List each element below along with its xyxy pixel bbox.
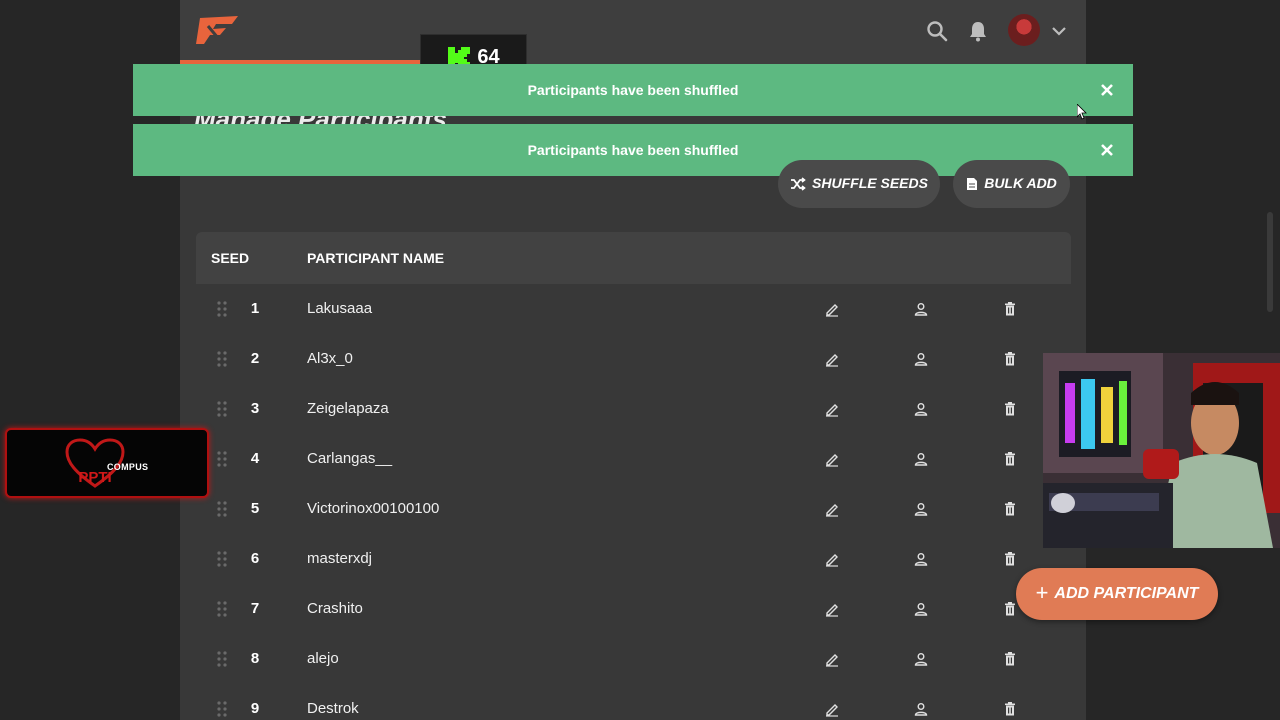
table-row[interactable]: 3 Zeigelapaza	[196, 384, 1071, 434]
delete-icon[interactable]	[1002, 551, 1018, 567]
delete-icon[interactable]	[1002, 701, 1018, 717]
chevron-down-icon[interactable]	[1050, 22, 1068, 40]
document-icon	[967, 178, 978, 190]
edit-icon[interactable]	[824, 501, 840, 517]
bell-icon[interactable]	[967, 20, 989, 42]
table-row[interactable]: 9 Destrok	[196, 684, 1071, 720]
participant-name: Destrok	[307, 700, 359, 717]
seed-number: 8	[250, 650, 260, 667]
bulk-add-label: BULK ADD	[984, 175, 1057, 191]
table-row[interactable]: 6 masterxdj	[196, 534, 1071, 584]
mouse-cursor-icon	[1077, 104, 1087, 120]
drag-handle-icon[interactable]	[216, 400, 228, 418]
drag-handle-icon[interactable]	[216, 550, 228, 568]
column-header-participant-name: PARTICIPANT NAME	[307, 250, 445, 266]
edit-icon[interactable]	[824, 401, 840, 417]
user-icon[interactable]	[913, 601, 929, 617]
user-icon[interactable]	[913, 301, 929, 317]
edit-icon[interactable]	[824, 351, 840, 367]
table-row[interactable]: 5 Victorinox00100100	[196, 484, 1071, 534]
column-header-seed: SEED	[211, 250, 250, 266]
toast-notification: Participants have been shuffled	[133, 64, 1133, 116]
seed-number: 9	[250, 700, 260, 717]
toast-message: Participants have been shuffled	[527, 82, 739, 98]
seed-number: 2	[250, 350, 260, 367]
participant-name: Crashito	[307, 600, 363, 617]
table-row[interactable]: 1 Lakusaaa	[196, 284, 1071, 334]
participant-name: Al3x_0	[307, 350, 353, 367]
delete-icon[interactable]	[1002, 501, 1018, 517]
edit-icon[interactable]	[824, 451, 840, 467]
drag-handle-icon[interactable]	[216, 300, 228, 318]
edit-icon[interactable]	[824, 551, 840, 567]
top-navbar	[180, 0, 1086, 64]
participant-name: Zeigelapaza	[307, 400, 389, 417]
user-icon[interactable]	[913, 651, 929, 667]
webcam-feed	[1043, 353, 1280, 548]
drag-handle-icon[interactable]	[216, 650, 228, 668]
drag-handle-icon[interactable]	[216, 500, 228, 518]
table-row[interactable]: 7 Crashito	[196, 584, 1071, 634]
user-icon[interactable]	[913, 551, 929, 567]
user-icon[interactable]	[913, 451, 929, 467]
drag-handle-icon[interactable]	[216, 350, 228, 368]
plus-icon: +	[1035, 580, 1049, 605]
table-row[interactable]: 8 alejo	[196, 634, 1071, 684]
delete-icon[interactable]	[1002, 651, 1018, 667]
page: 64 Manage Participants Participants have…	[0, 0, 1280, 720]
scrollbar[interactable]	[1267, 212, 1273, 312]
shuffle-seeds-button[interactable]: SHUFFLE SEEDS	[778, 160, 940, 208]
compus-ppti-overlay: PPTI COMPUS	[5, 428, 209, 498]
user-icon[interactable]	[913, 401, 929, 417]
edit-icon[interactable]	[824, 651, 840, 667]
seed-number: 5	[250, 500, 260, 517]
close-icon[interactable]	[1099, 82, 1115, 98]
shuffle-icon	[791, 177, 806, 191]
bulk-add-button[interactable]: BULK ADD	[953, 160, 1070, 208]
close-icon[interactable]	[1099, 142, 1115, 158]
edit-icon[interactable]	[824, 601, 840, 617]
participant-name: Victorinox00100100	[307, 500, 440, 517]
delete-icon[interactable]	[1002, 601, 1018, 617]
webcam-scene	[1043, 353, 1280, 548]
drag-handle-icon[interactable]	[216, 450, 228, 468]
delete-icon[interactable]	[1002, 401, 1018, 417]
seed-number: 3	[250, 400, 260, 417]
table-header: SEED PARTICIPANT NAME	[196, 232, 1071, 284]
participant-name: alejo	[307, 650, 339, 667]
user-icon[interactable]	[913, 351, 929, 367]
participant-name: masterxdj	[307, 550, 373, 567]
seed-number: 6	[250, 550, 260, 567]
search-icon[interactable]	[926, 20, 948, 42]
participant-name: Lakusaaa	[307, 300, 373, 317]
user-icon[interactable]	[913, 501, 929, 517]
add-participant-button[interactable]: + ADD PARTICIPANT	[1016, 568, 1218, 620]
drag-handle-icon[interactable]	[216, 700, 228, 718]
delete-icon[interactable]	[1002, 451, 1018, 467]
toast-message: Participants have been shuffled	[527, 142, 739, 158]
table-row[interactable]: 2 Al3x_0	[196, 334, 1071, 384]
participant-name: Carlangas__	[307, 450, 393, 467]
user-icon[interactable]	[913, 701, 929, 717]
drag-handle-icon[interactable]	[216, 600, 228, 618]
seed-number: 4	[250, 450, 260, 467]
delete-icon[interactable]	[1002, 301, 1018, 317]
table-row[interactable]: 4 Carlangas__	[196, 434, 1071, 484]
edit-icon[interactable]	[824, 701, 840, 717]
add-participant-label: ADD PARTICIPANT	[1054, 585, 1199, 602]
delete-icon[interactable]	[1002, 351, 1018, 367]
compus-label: COMPUS	[107, 462, 149, 472]
edit-icon[interactable]	[824, 301, 840, 317]
avatar[interactable]	[1008, 14, 1040, 46]
seed-number: 7	[250, 600, 260, 617]
shuffle-seeds-label: SHUFFLE SEEDS	[812, 175, 928, 191]
brand-logo[interactable]	[194, 12, 242, 48]
seed-number: 1	[250, 300, 260, 317]
